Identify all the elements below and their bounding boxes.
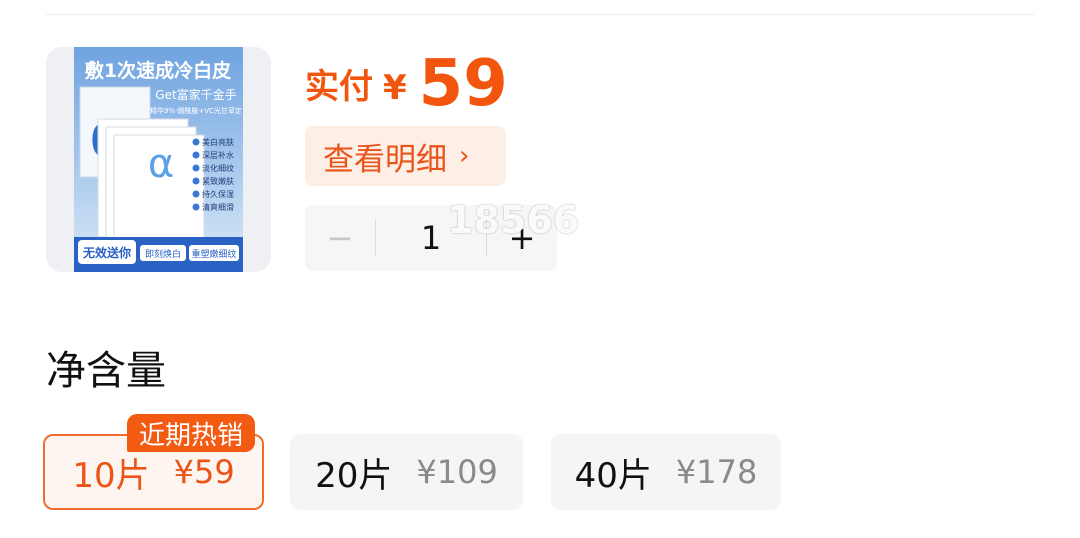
feature-6: 清爽细滑 bbox=[202, 202, 234, 212]
spec-option-40[interactable]: 40片 ¥178 bbox=[551, 434, 781, 510]
feature-1: 美白亮肤 bbox=[202, 137, 234, 147]
spec-title: 净含量 bbox=[46, 348, 166, 394]
price-label: 实付 bbox=[305, 67, 373, 107]
hot-sale-badge: 近期热销 bbox=[127, 414, 256, 452]
feature-4: 紧致嫩肤 bbox=[202, 176, 234, 186]
price-row: 实付 ¥ 59 bbox=[305, 46, 508, 116]
quantity-stepper: − 1 + bbox=[305, 205, 557, 271]
spec-option-name: 40片 bbox=[574, 455, 652, 496]
product-image: 敷1次速成冷白皮 Get富家千金手 精华9%·烟酰胺+VC光甘草定 α α 美白… bbox=[74, 47, 243, 272]
image-subheadline: Get富家千金手 bbox=[155, 87, 236, 102]
image-chip-1: 即刻焕白 bbox=[145, 248, 181, 260]
price-value: 59 bbox=[418, 47, 508, 121]
feature-5: 持久保湿 bbox=[202, 189, 234, 199]
spec-option-20[interactable]: 20片 ¥109 bbox=[290, 434, 523, 510]
quantity-value[interactable]: 1 bbox=[376, 219, 486, 257]
spec-option-name: 10片 bbox=[72, 455, 150, 496]
decrement-button[interactable]: − bbox=[305, 219, 375, 257]
chevron-right-icon: › bbox=[459, 141, 470, 171]
spec-option-price: ¥109 bbox=[416, 453, 498, 491]
feature-2: 深层补水 bbox=[202, 150, 234, 160]
image-tagline: 精华9%·烟酰胺+VC光甘草定 bbox=[150, 106, 242, 115]
spec-option-name: 20片 bbox=[315, 455, 393, 496]
spec-option-price: ¥59 bbox=[173, 453, 235, 491]
image-headline: 敷1次速成冷白皮 bbox=[85, 59, 231, 82]
spec-option-price: ¥178 bbox=[675, 453, 758, 491]
image-chip-2: 重塑嫩细纹 bbox=[191, 248, 236, 260]
product-thumbnail[interactable]: 敷1次速成冷白皮 Get富家千金手 精华9%·烟酰胺+VC光甘草定 α α 美白… bbox=[46, 47, 271, 272]
image-badge: 无效送你 bbox=[82, 245, 131, 260]
svg-text:α: α bbox=[148, 141, 174, 187]
increment-button[interactable]: + bbox=[487, 219, 557, 257]
feature-3: 淡化细纹 bbox=[202, 163, 234, 173]
view-details-button[interactable]: 查看明细 › bbox=[305, 126, 506, 186]
view-details-label: 查看明细 bbox=[323, 141, 447, 178]
price-currency: ¥ bbox=[383, 68, 407, 108]
top-divider bbox=[46, 14, 1034, 15]
